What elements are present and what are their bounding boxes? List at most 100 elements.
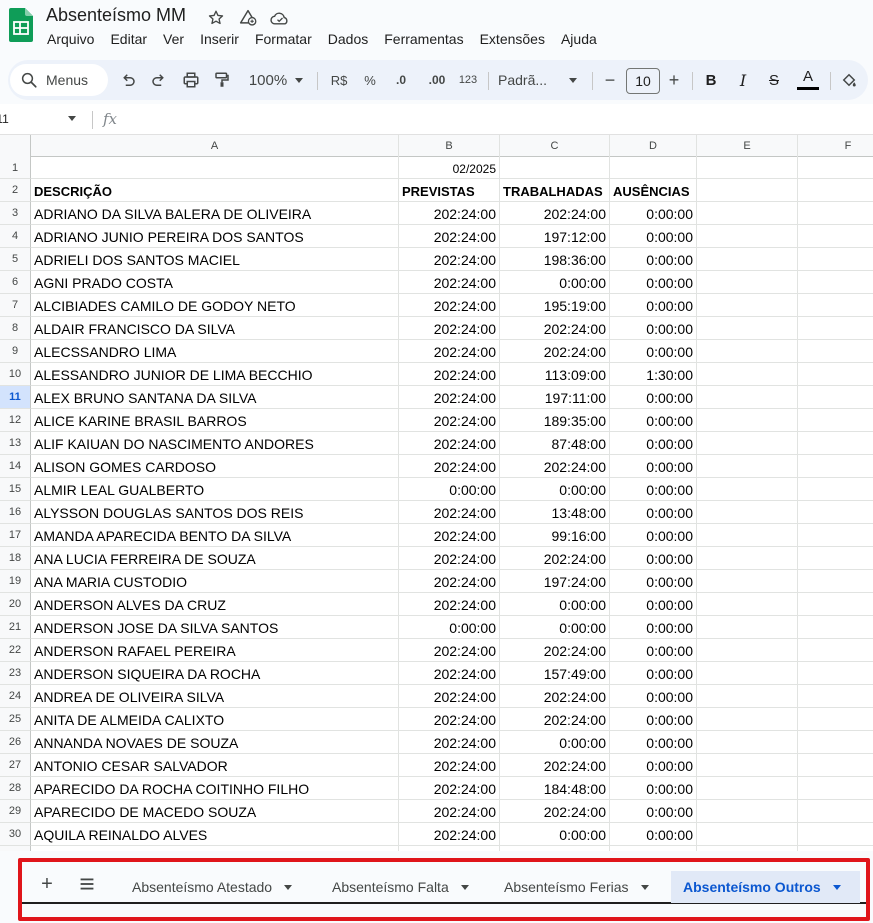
cell-empty[interactable] bbox=[798, 271, 873, 294]
cell-c17[interactable]: 99:16:00 bbox=[500, 524, 610, 547]
percent-format-button[interactable]: % bbox=[360, 60, 380, 100]
cell-a2[interactable]: DESCRIÇÃO bbox=[31, 179, 399, 202]
sheet-tab-falta[interactable]: Absenteísmo Falta bbox=[320, 871, 486, 903]
cell-empty[interactable] bbox=[697, 570, 798, 593]
star-icon[interactable] bbox=[205, 7, 227, 29]
menu-search[interactable]: Menus bbox=[10, 64, 108, 96]
cell-d1[interactable] bbox=[610, 157, 697, 179]
cell-empty[interactable] bbox=[697, 225, 798, 248]
cell-b19[interactable]: 202:24:00 bbox=[399, 570, 500, 593]
cell-c12[interactable]: 189:35:00 bbox=[500, 409, 610, 432]
cell-empty[interactable] bbox=[697, 386, 798, 409]
cell-d11[interactable]: 0:00:00 bbox=[610, 386, 697, 409]
cell-d9[interactable]: 0:00:00 bbox=[610, 340, 697, 363]
cell-empty[interactable] bbox=[798, 179, 873, 202]
cell-d22[interactable]: 0:00:00 bbox=[610, 639, 697, 662]
undo-icon[interactable] bbox=[116, 60, 140, 100]
cell-a16[interactable]: ALYSSON DOUGLAS SANTOS DOS REIS bbox=[31, 501, 399, 524]
cell-a3[interactable]: ADRIANO DA SILVA BALERA DE OLIVEIRA bbox=[31, 202, 399, 225]
decrease-font-size-button[interactable]: − bbox=[600, 60, 620, 100]
row-header[interactable]: 10 bbox=[0, 363, 31, 386]
menu-dados[interactable]: Dados bbox=[328, 31, 368, 47]
cell-c3[interactable]: 202:24:00 bbox=[500, 202, 610, 225]
cell-empty[interactable] bbox=[798, 317, 873, 340]
sheets-logo-icon[interactable] bbox=[9, 8, 33, 42]
cell-empty[interactable] bbox=[798, 363, 873, 386]
cell-a15[interactable]: ALMIR LEAL GUALBERTO bbox=[31, 478, 399, 501]
cell-empty[interactable] bbox=[697, 317, 798, 340]
cell-empty[interactable] bbox=[798, 202, 873, 225]
cell-b30[interactable]: 202:24:00 bbox=[399, 823, 500, 846]
cell-d25[interactable]: 0:00:00 bbox=[610, 708, 697, 731]
cell-empty[interactable] bbox=[697, 685, 798, 708]
cell-a4[interactable]: ADRIANO JUNIO PEREIRA DOS SANTOS bbox=[31, 225, 399, 248]
cell-c8[interactable]: 202:24:00 bbox=[500, 317, 610, 340]
cell-c23[interactable]: 157:49:00 bbox=[500, 662, 610, 685]
cell-b29[interactable]: 202:24:00 bbox=[399, 800, 500, 823]
cell-a1[interactable] bbox=[31, 157, 399, 179]
cell-a28[interactable]: APARECIDO DA ROCHA COITINHO FILHO bbox=[31, 777, 399, 800]
cell-b24[interactable]: 202:24:00 bbox=[399, 685, 500, 708]
cell-d29[interactable]: 0:00:00 bbox=[610, 800, 697, 823]
cell-empty[interactable] bbox=[697, 294, 798, 317]
row-header[interactable]: 20 bbox=[0, 593, 31, 616]
cell-a12[interactable]: ALICE KARINE BRASIL BARROS bbox=[31, 409, 399, 432]
sheet-tab-outros[interactable]: Absenteísmo Outros bbox=[671, 871, 860, 903]
row-header[interactable]: 29 bbox=[0, 800, 31, 823]
cell-b14[interactable]: 202:24:00 bbox=[399, 455, 500, 478]
row-header[interactable]: 1 bbox=[0, 157, 31, 179]
cell-d4[interactable]: 0:00:00 bbox=[610, 225, 697, 248]
row-header[interactable]: 7 bbox=[0, 294, 31, 317]
menu-ajuda[interactable]: Ajuda bbox=[561, 31, 597, 47]
increase-font-size-button[interactable]: + bbox=[664, 60, 684, 100]
all-sheets-menu-icon[interactable] bbox=[76, 873, 98, 895]
column-header-e[interactable]: E bbox=[697, 135, 798, 157]
cell-empty[interactable] bbox=[798, 708, 873, 731]
column-header-d[interactable]: D bbox=[610, 135, 697, 157]
cell-d8[interactable]: 0:00:00 bbox=[610, 317, 697, 340]
row-header[interactable]: 18 bbox=[0, 547, 31, 570]
column-header-a[interactable]: A bbox=[31, 135, 399, 157]
column-header-b[interactable]: B bbox=[399, 135, 500, 157]
row-header[interactable]: 15 bbox=[0, 478, 31, 501]
cell-empty[interactable] bbox=[798, 409, 873, 432]
currency-format-button[interactable]: R$ bbox=[326, 60, 352, 100]
font-select[interactable]: Padrã... bbox=[498, 60, 554, 100]
row-header[interactable]: 30 bbox=[0, 823, 31, 846]
cell-a8[interactable]: ALDAIR FRANCISCO DA SILVA bbox=[31, 317, 399, 340]
cell-empty[interactable] bbox=[798, 501, 873, 524]
cell-empty[interactable] bbox=[798, 157, 873, 179]
row-header[interactable]: 21 bbox=[0, 616, 31, 639]
document-title[interactable]: Absenteísmo MM bbox=[46, 5, 186, 26]
cell-a18[interactable]: ANA LUCIA FERREIRA DE SOUZA bbox=[31, 547, 399, 570]
zoom-chevron-down-icon[interactable] bbox=[292, 60, 306, 100]
cell-empty[interactable] bbox=[798, 662, 873, 685]
cell-b13[interactable]: 202:24:00 bbox=[399, 432, 500, 455]
cell-empty[interactable] bbox=[798, 455, 873, 478]
row-header[interactable]: 13 bbox=[0, 432, 31, 455]
cell-empty[interactable] bbox=[798, 823, 873, 846]
cell-empty[interactable] bbox=[697, 524, 798, 547]
cell-empty[interactable] bbox=[697, 455, 798, 478]
add-sheet-button[interactable]: + bbox=[36, 873, 58, 895]
cell-empty[interactable] bbox=[798, 685, 873, 708]
cell-d7[interactable]: 0:00:00 bbox=[610, 294, 697, 317]
cell-a19[interactable]: ANA MARIA CUSTODIO bbox=[31, 570, 399, 593]
cell-b3[interactable]: 202:24:00 bbox=[399, 202, 500, 225]
row-header[interactable]: 24 bbox=[0, 685, 31, 708]
cell-empty[interactable] bbox=[798, 754, 873, 777]
sheet-tab-ferias[interactable]: Absenteísmo Ferias bbox=[492, 871, 666, 903]
cell-d2[interactable]: AUSÊNCIAS bbox=[610, 179, 697, 202]
cell-d5[interactable]: 0:00:00 bbox=[610, 248, 697, 271]
cell-b16[interactable]: 202:24:00 bbox=[399, 501, 500, 524]
font-chevron-down-icon[interactable] bbox=[566, 60, 580, 100]
cell-empty[interactable] bbox=[697, 731, 798, 754]
sheet-tab-atestado[interactable]: Absenteísmo Atestado bbox=[120, 871, 312, 903]
menu-inserir[interactable]: Inserir bbox=[200, 31, 239, 47]
cell-b10[interactable]: 202:24:00 bbox=[399, 363, 500, 386]
cell-c13[interactable]: 87:48:00 bbox=[500, 432, 610, 455]
cell-c24[interactable]: 202:24:00 bbox=[500, 685, 610, 708]
column-header-c[interactable]: C bbox=[500, 135, 610, 157]
cell-d19[interactable]: 0:00:00 bbox=[610, 570, 697, 593]
cell-empty[interactable] bbox=[798, 248, 873, 271]
